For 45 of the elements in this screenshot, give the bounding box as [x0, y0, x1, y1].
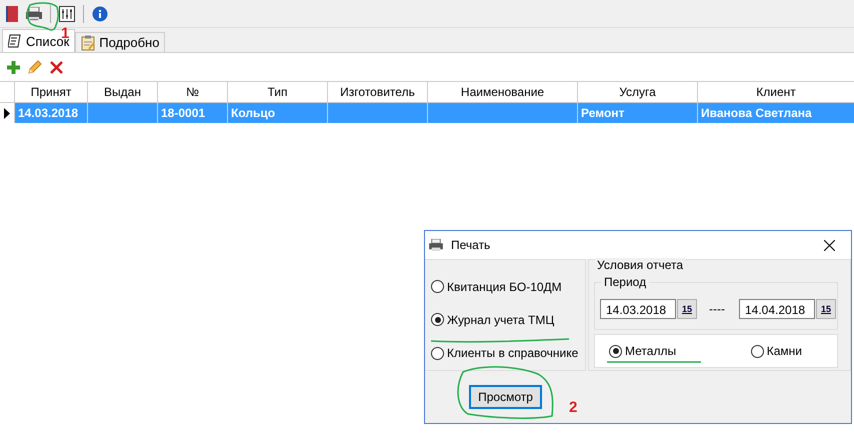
column-header[interactable]: Услуга [578, 82, 698, 102]
radio-button[interactable] [431, 346, 444, 360]
column-header[interactable]: № [158, 82, 228, 102]
column-header[interactable]: Тип [228, 82, 328, 102]
table-cell: Кольцо [231, 106, 276, 120]
radio-label[interactable]: Квитанция БО-10ДМ [447, 280, 562, 294]
radio-label[interactable]: Клиенты в справочнике [447, 346, 578, 360]
table-cell: Иванова Светлана [701, 106, 812, 120]
annotation-number: 2 [569, 399, 578, 416]
delete-icon[interactable] [50, 60, 63, 74]
book-icon[interactable] [6, 6, 18, 22]
sliders-icon[interactable] [59, 6, 75, 22]
clipboard-icon [81, 34, 96, 50]
printer-icon [429, 239, 443, 251]
column-header[interactable]: Наименование [428, 82, 578, 102]
group-title: Условия отчета [595, 258, 686, 272]
window-title: Печать [451, 238, 490, 252]
add-icon[interactable] [7, 60, 20, 74]
printer-icon[interactable] [26, 6, 42, 20]
group-title: Период [601, 275, 650, 289]
calendar-button[interactable]: 15 [677, 299, 697, 319]
table-cell: 14.03.2018 [18, 106, 78, 120]
radio-label[interactable]: Журнал учета ТМЦ [447, 312, 554, 327]
table-cell: Ремонт [581, 106, 624, 120]
close-icon[interactable] [824, 240, 835, 250]
radio-button[interactable] [609, 344, 622, 358]
calendar-button[interactable]: 15 [816, 299, 836, 319]
radio-label[interactable]: Камни [766, 344, 802, 358]
column-header[interactable]: Принят [15, 82, 88, 102]
info-icon[interactable] [92, 6, 108, 22]
notepad-icon [8, 34, 22, 48]
pencil-icon[interactable] [28, 60, 42, 74]
date-field[interactable]: 14.04.2018 [738, 299, 815, 319]
radio-button[interactable] [431, 313, 444, 326]
date-field[interactable]: 14.03.2018 [600, 299, 676, 319]
column-header[interactable]: Изготовитель [328, 82, 428, 102]
column-header[interactable]: Клиент [698, 82, 854, 102]
radio-label[interactable]: Металлы [625, 344, 676, 358]
column-header[interactable]: Выдан [88, 82, 158, 102]
preview-button[interactable]: Просмотр [469, 385, 542, 409]
radio-button[interactable] [750, 344, 764, 358]
range-separator: ---- [709, 302, 725, 316]
tab[interactable]: Подробно [75, 32, 166, 52]
radio-button[interactable] [431, 280, 444, 294]
table-cell: 18-0001 [161, 106, 206, 120]
